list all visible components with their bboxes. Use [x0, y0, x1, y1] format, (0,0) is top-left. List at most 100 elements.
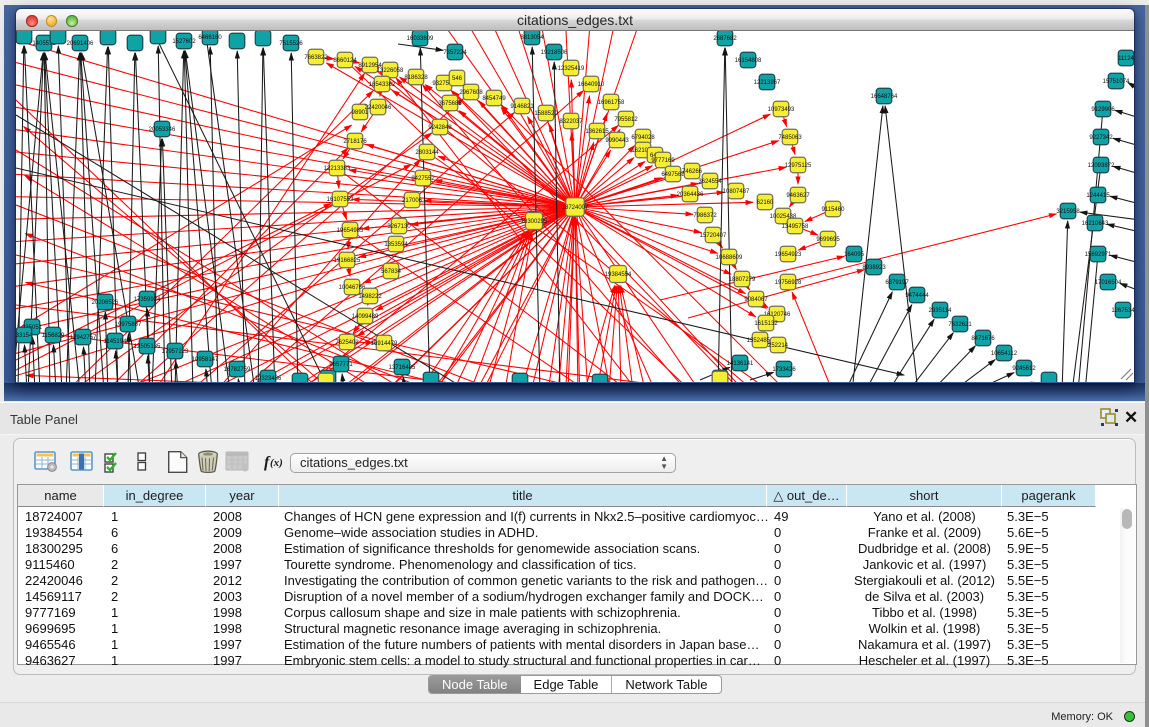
- svg-text:18807279: 18807279: [729, 277, 756, 283]
- svg-text:12325419: 12325419: [558, 66, 585, 72]
- svg-text:2935114: 2935114: [929, 308, 953, 314]
- svg-text:1615132: 1615132: [754, 321, 778, 327]
- svg-text:7986372: 7986372: [693, 213, 717, 219]
- svg-text:16648764: 16648764: [871, 94, 898, 100]
- svg-text:10807487: 10807487: [723, 189, 750, 195]
- svg-text:9463627: 9463627: [786, 193, 810, 199]
- svg-text:1145194: 1145194: [104, 339, 128, 345]
- svg-text:16961758: 16961758: [598, 100, 625, 106]
- svg-text:7485063: 7485063: [778, 135, 802, 141]
- svg-text:8660124: 8660124: [333, 58, 357, 64]
- svg-text:8813054: 8813054: [520, 35, 544, 41]
- svg-text:8186328: 8186328: [404, 75, 428, 81]
- svg-text:1156829: 1156829: [42, 333, 66, 339]
- svg-text:3624554: 3624554: [698, 179, 722, 185]
- svg-text:12505135: 12505135: [134, 344, 161, 350]
- svg-text:2718176: 2718176: [343, 139, 367, 145]
- svg-text:13226058: 13226058: [377, 68, 404, 74]
- svg-text:16782759: 16782759: [224, 367, 251, 373]
- svg-text:12942757: 12942757: [70, 335, 97, 341]
- svg-text:567834: 567834: [381, 269, 402, 275]
- svg-text:20364436: 20364436: [677, 192, 704, 198]
- svg-text:9657771: 9657771: [329, 362, 353, 368]
- svg-text:7955812: 7955812: [614, 117, 638, 123]
- svg-text:9146821: 9146821: [510, 104, 534, 110]
- svg-text:546: 546: [452, 76, 463, 82]
- svg-text:14099489: 14099489: [352, 314, 379, 320]
- svg-text:15751074: 15751074: [1103, 79, 1130, 85]
- svg-text:10688609: 10688609: [716, 255, 743, 261]
- svg-text:1498222: 1498222: [358, 294, 382, 300]
- svg-text:9242848: 9242848: [428, 125, 452, 131]
- svg-text:12213967: 12213967: [754, 80, 781, 86]
- svg-text:19756928: 19756928: [775, 280, 802, 286]
- svg-text:6379197: 6379197: [885, 280, 909, 286]
- svg-text:19166825: 19166825: [334, 258, 361, 264]
- svg-text:1267534: 1267534: [1111, 308, 1134, 314]
- svg-text:16543362: 16543362: [369, 82, 396, 88]
- svg-text:19654923: 19654923: [775, 252, 802, 258]
- svg-text:10958147: 10958147: [192, 357, 219, 363]
- svg-text:9245612: 9245612: [1012, 366, 1036, 372]
- svg-text:33154: 33154: [16, 333, 33, 339]
- svg-text:20206526: 20206526: [92, 300, 119, 306]
- svg-text:18724007: 18724007: [562, 205, 589, 211]
- svg-text:20691406: 20691406: [67, 41, 94, 47]
- svg-text:9129906: 9129906: [1091, 107, 1115, 113]
- svg-text:17016504: 17016504: [1095, 280, 1122, 286]
- svg-text:2967608: 2967608: [459, 90, 483, 96]
- svg-text:8427552: 8427552: [411, 176, 435, 182]
- svg-text:746266: 746266: [682, 169, 703, 175]
- svg-text:17957223: 17957223: [162, 349, 189, 355]
- svg-text:7632621: 7632621: [948, 322, 972, 328]
- svg-text:19654985: 19654985: [337, 228, 364, 234]
- svg-text:13495758: 13495758: [782, 224, 809, 230]
- svg-text:19975867: 19975867: [115, 322, 142, 328]
- svg-text:10973493: 10973493: [768, 107, 795, 113]
- svg-text:15692971: 15692971: [1085, 252, 1112, 258]
- svg-text:16640910: 16640910: [578, 82, 605, 88]
- svg-text:8454749: 8454749: [482, 96, 506, 102]
- svg-text:1588520: 1588520: [534, 111, 558, 117]
- svg-text:3267130: 3267130: [387, 224, 411, 230]
- svg-text:1362615: 1362615: [585, 129, 609, 135]
- svg-text:15720407: 15720407: [700, 233, 727, 239]
- svg-text:9990443: 9990443: [605, 138, 629, 144]
- svg-text:7357224: 7357224: [443, 50, 467, 56]
- svg-text:6794028: 6794028: [631, 135, 655, 141]
- svg-text:7663822: 7663822: [304, 55, 328, 61]
- svg-text:17359924: 17359924: [134, 297, 161, 303]
- svg-text:16914479: 16914479: [371, 341, 398, 347]
- svg-text:3675685: 3675685: [438, 101, 462, 107]
- svg-text:22420046: 22420046: [365, 105, 392, 111]
- svg-text:6466160: 6466160: [198, 35, 222, 41]
- svg-text:13716485: 13716485: [389, 365, 416, 371]
- svg-text:10654112: 10654112: [991, 351, 1018, 357]
- svg-text:217006: 217006: [402, 198, 423, 204]
- svg-text:164095: 164095: [844, 252, 865, 258]
- svg-text:20053346: 20053346: [149, 127, 176, 133]
- svg-text:9115460: 9115460: [822, 207, 846, 213]
- svg-text:19384554: 19384554: [605, 272, 632, 278]
- svg-text:9777169: 9777169: [651, 158, 675, 164]
- svg-text:(x): (x): [270, 457, 283, 469]
- svg-text:12213383: 12213383: [324, 166, 351, 172]
- svg-text:9474444: 9474444: [905, 293, 929, 299]
- svg-text:19218506: 19218506: [541, 50, 568, 56]
- svg-text:1527602: 1527602: [172, 39, 196, 45]
- svg-text:16154808: 16154808: [735, 58, 762, 64]
- svg-text:3215958: 3215958: [1056, 209, 1080, 215]
- svg-text:12975125: 12975125: [785, 163, 812, 169]
- svg-text:1733426: 1733426: [772, 367, 796, 373]
- svg-text:2803144: 2803144: [415, 150, 439, 156]
- svg-text:16033809: 16033809: [407, 36, 434, 42]
- svg-text:16107552: 16107552: [327, 197, 354, 203]
- svg-text:9699695: 9699695: [816, 237, 840, 243]
- svg-text:11124: 11124: [1118, 56, 1134, 62]
- svg-text:2687682: 2687682: [713, 36, 737, 42]
- svg-text:7515526: 7515526: [279, 41, 303, 47]
- svg-text:14136141: 14136141: [727, 361, 754, 367]
- svg-text:12093872: 12093872: [1088, 163, 1115, 169]
- svg-text:18300295: 18300295: [521, 219, 548, 225]
- svg-text:9227342: 9227342: [1089, 135, 1113, 141]
